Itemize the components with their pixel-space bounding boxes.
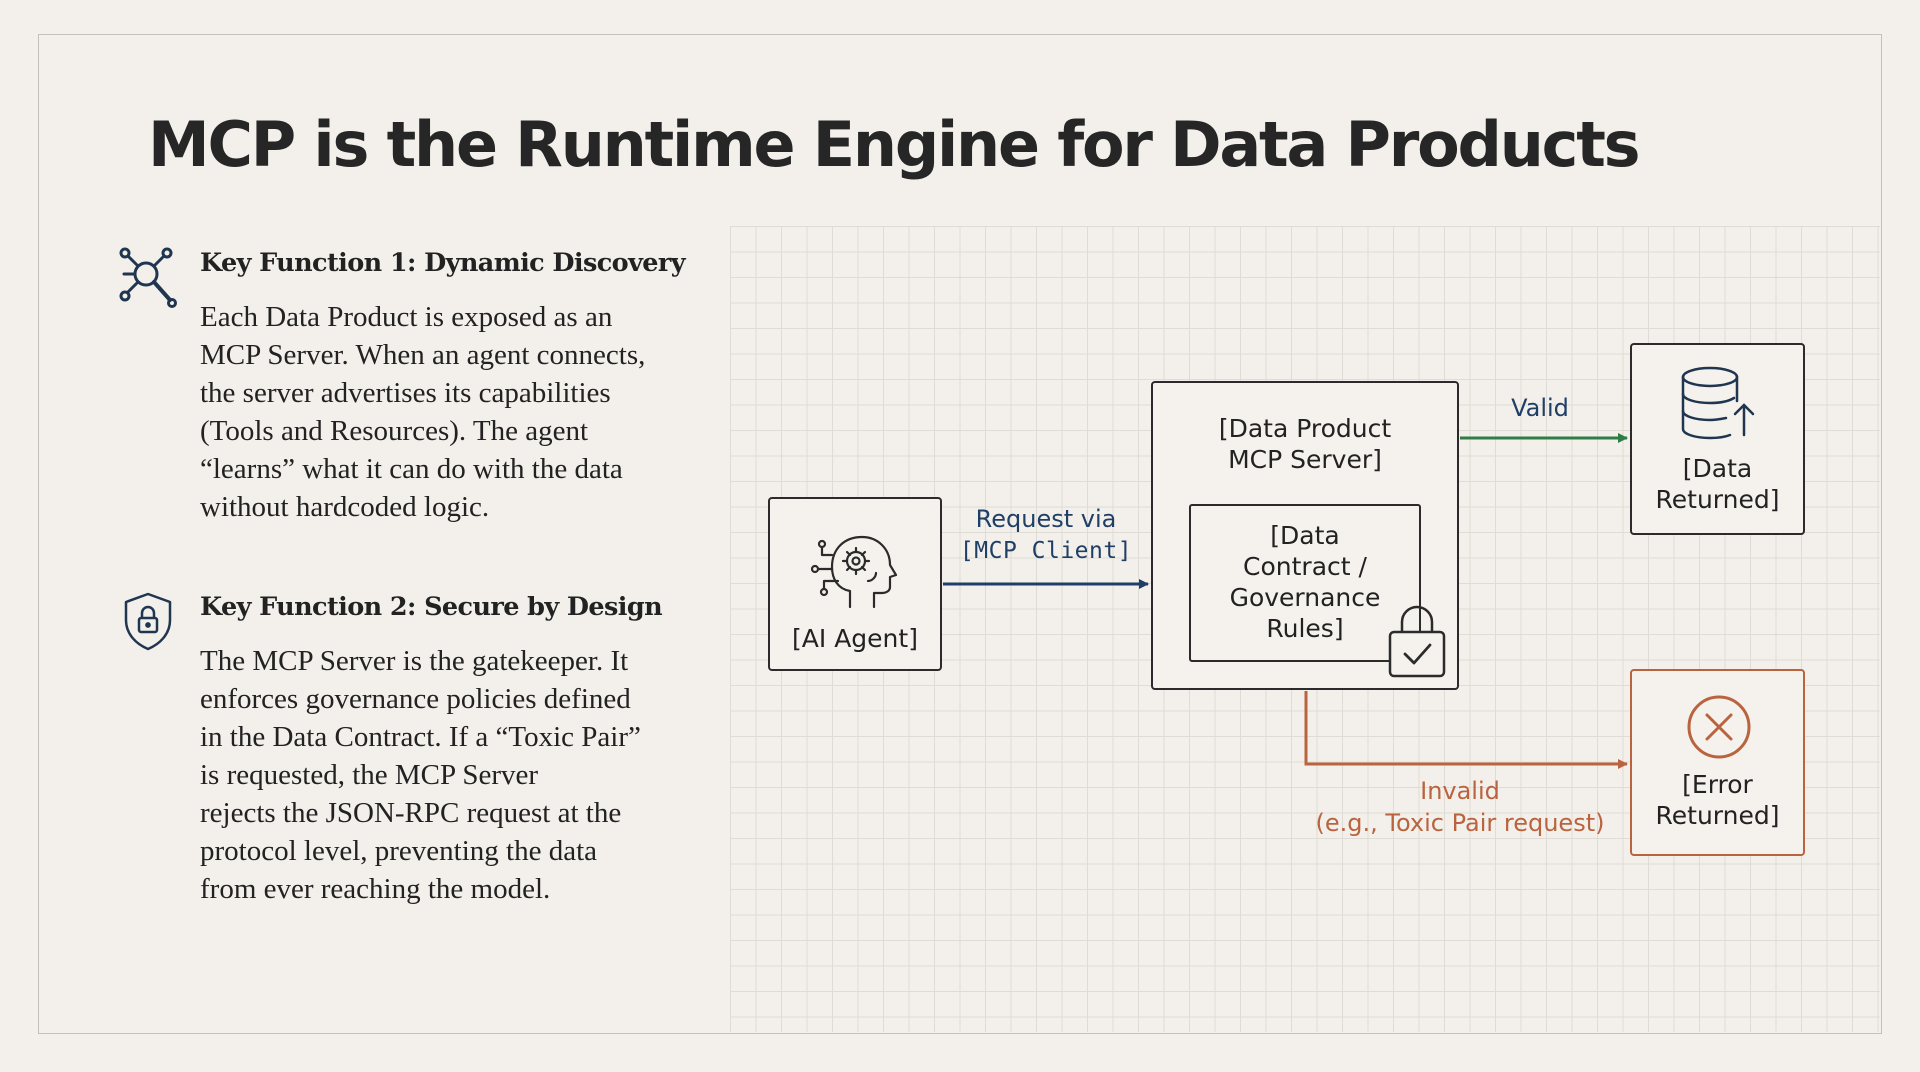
valid-label: Valid	[1511, 394, 1569, 422]
data-returned-box: [Data Returned]	[1630, 343, 1805, 535]
ai-head-gear-icon	[810, 535, 898, 609]
data-returned-label: [Data Returned]	[1655, 454, 1780, 514]
network-search-icon	[119, 247, 177, 308]
invalid-label: Invalid (e.g., Toxic Pair request)	[1315, 777, 1605, 837]
slide-title: MCP is the Runtime Engine for Data Produ…	[148, 108, 1641, 181]
request-via-client-label: Request via [MCP Client]	[959, 505, 1133, 564]
padlock-check-icon	[1388, 605, 1446, 678]
ai-agent-box: [AI Agent]	[768, 497, 942, 671]
data-contract-box: [Data Contract / Governance Rules]	[1189, 504, 1421, 662]
ai-agent-label: [AI Agent]	[792, 624, 918, 653]
key-function-1-body: Each Data Product is exposed as an MCP S…	[200, 301, 646, 523]
data-contract-label: [Data Contract / Governance Rules]	[1229, 521, 1381, 643]
error-returned-label: [Error Returned]	[1655, 770, 1780, 830]
key-function-2-body: The MCP Server is the gatekeeper. It enf…	[200, 645, 641, 905]
key-function-2-heading: Key Function 2: Secure by Design	[200, 592, 663, 622]
database-upload-icon	[1681, 366, 1755, 440]
mcp-server-label: [Data Product MCP Server]	[1218, 414, 1392, 474]
key-function-1-heading: Key Function 1: Dynamic Discovery	[200, 248, 686, 278]
shield-lock-icon	[124, 592, 172, 651]
error-returned-box: [Error Returned]	[1630, 669, 1805, 856]
error-x-circle-icon	[1687, 695, 1751, 759]
